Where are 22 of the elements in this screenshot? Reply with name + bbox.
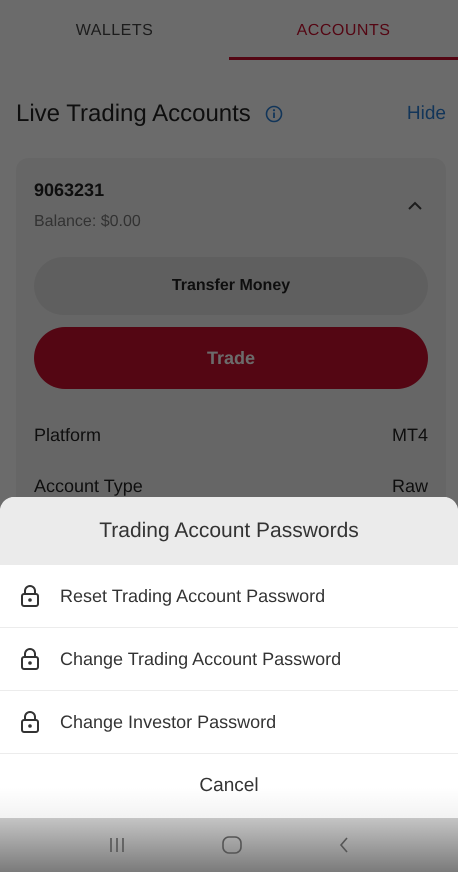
tab[interactable]: ACCOUNTS xyxy=(229,0,458,60)
tab[interactable]: WALLETS xyxy=(0,0,229,60)
hide-link[interactable]: Hide xyxy=(406,103,446,125)
lock-icon xyxy=(20,648,40,670)
lock-icon xyxy=(20,585,40,607)
section-title: Live Trading Accounts xyxy=(16,100,251,128)
info-icon[interactable] xyxy=(264,105,283,123)
transfer-button[interactable]: Transfer Money xyxy=(34,257,428,315)
detail-value: MT4 xyxy=(392,425,428,446)
home-icon[interactable] xyxy=(222,836,242,854)
detail-value: Raw xyxy=(392,476,428,497)
sheet-title: Trading Account Passwords xyxy=(0,497,458,565)
detail-label: Account Type xyxy=(34,476,143,497)
lock-icon xyxy=(20,711,40,733)
detail-label: Platform xyxy=(34,425,102,446)
trade-button[interactable]: Trade xyxy=(34,327,428,389)
account-number: 9063231 xyxy=(34,180,106,201)
recents-icon[interactable] xyxy=(108,837,125,853)
back-icon[interactable] xyxy=(339,836,350,854)
chevron-up-icon[interactable] xyxy=(408,201,422,210)
menu-item[interactable]: Reset Trading Account Password xyxy=(0,565,458,628)
menu-item[interactable]: Change Trading Account Password xyxy=(0,628,458,691)
